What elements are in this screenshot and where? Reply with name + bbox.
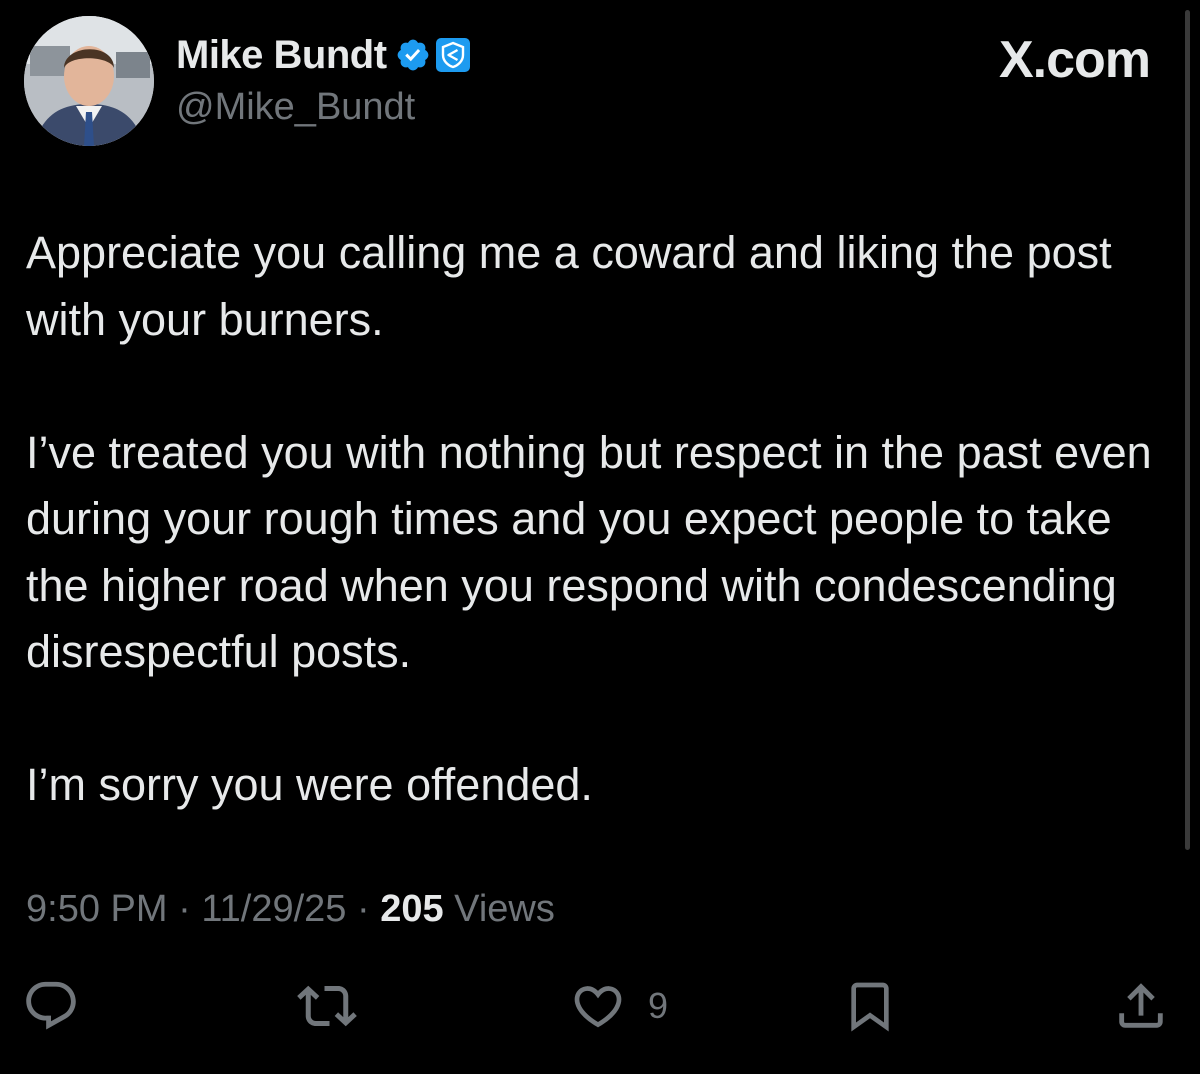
bookmark-button[interactable] <box>842 975 898 1037</box>
reply-button[interactable] <box>22 975 80 1037</box>
name-row: Mike Bundt <box>176 30 471 80</box>
like-button[interactable]: 9 <box>570 975 668 1037</box>
tweet-text: Appreciate you calling me a coward and l… <box>26 220 1166 819</box>
tweet-date[interactable]: 11/29/25 <box>201 888 346 930</box>
author-identity: Mike Bundt @Mike_Bundt <box>176 30 471 129</box>
tweet-header: Mike Bundt @Mike_Bundt X.com <box>24 16 1154 146</box>
action-bar: 9 <box>0 975 1200 1045</box>
tweet-paragraph: Appreciate you calling me a coward and l… <box>26 227 1112 345</box>
scrollbar[interactable] <box>1185 10 1190 850</box>
x-com-logo: X.com <box>998 31 1151 89</box>
author-display-name[interactable]: Mike Bundt <box>176 33 387 78</box>
meta-separator: · <box>356 888 370 930</box>
shield-affiliate-icon <box>435 38 470 72</box>
avatar[interactable] <box>24 16 154 146</box>
tweet-paragraph: I’m sorry you were offended. <box>26 759 593 810</box>
tweet-paragraph: I’ve treated you with nothing but respec… <box>26 426 1152 678</box>
tweet-time[interactable]: 9:50 PM <box>26 888 168 930</box>
avatar-photo <box>24 16 154 146</box>
views-label: Views <box>454 888 555 930</box>
verified-checkmark-icon <box>397 39 428 71</box>
share-button[interactable] <box>1112 975 1170 1037</box>
repost-icon <box>297 985 357 1027</box>
views-count: 205 <box>380 888 444 930</box>
repost-button[interactable] <box>297 975 357 1037</box>
like-count: 9 <box>648 985 669 1026</box>
tweet-meta: 9:50 PM · 11/29/25 · 205 Views <box>26 888 555 931</box>
bookmark-icon <box>851 982 889 1032</box>
author-handle[interactable]: @Mike_Bundt <box>176 86 471 129</box>
heart-icon <box>574 986 622 1028</box>
meta-separator: · <box>178 888 191 930</box>
share-icon <box>1119 983 1163 1028</box>
reply-icon <box>26 981 76 1030</box>
